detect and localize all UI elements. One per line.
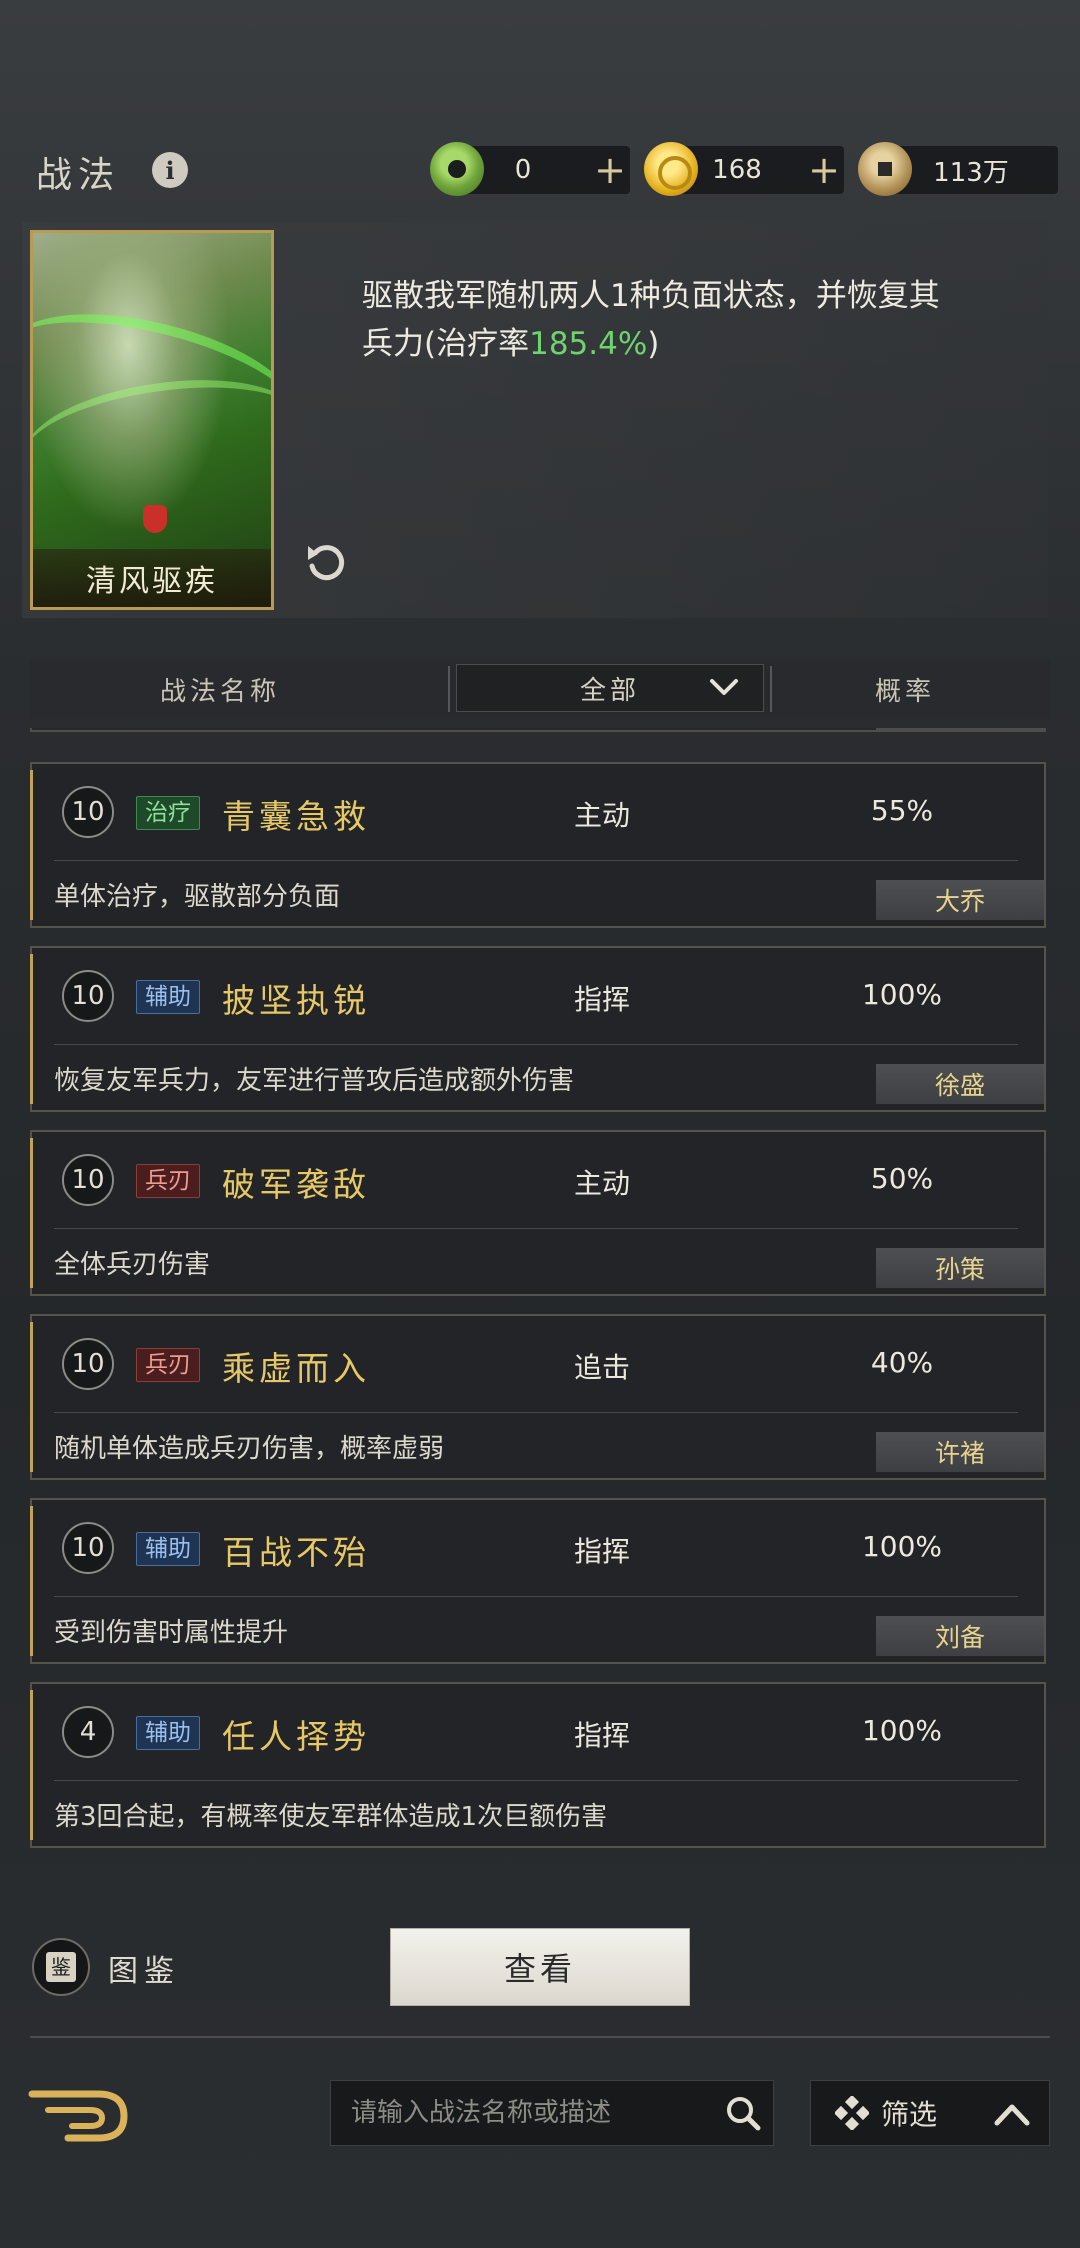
divider [448,666,450,712]
column-name-header: 战法名称 [159,676,280,707]
category-dropdown[interactable]: 全部 [456,664,764,712]
tactic-level: 10 [62,786,114,838]
tactic-name: 乘虚而入 [222,1349,370,1388]
hero-tag[interactable]: 徐盛 [876,1064,1044,1104]
filter-diamond-icon [835,2096,869,2130]
divider [30,2036,1050,2038]
tactic-row[interactable]: 4 辅助 任人择势 指挥 100% 第3回合起，有概率使友军群体造成1次巨额伤害 [30,1682,1046,1848]
tactic-row[interactable]: 10 兵刃 破军袭敌 主动 50% 全体兵刃伤害 孙策 [30,1130,1046,1296]
tactic-type: 追击 [573,1351,630,1384]
tactic-desc: 随机单体造成兵刃伤害，概率虚弱 [54,1434,445,1464]
currency-copper: 113万 [858,142,1058,196]
tactic-list[interactable]: 10 治疗 青囊急救 主动 55% 单体治疗，驱散部分负面 大乔 10 辅助 披… [30,728,1050,1850]
search-icon[interactable] [713,2083,773,2143]
tactic-desc: 单体治疗，驱散部分负面 [54,882,341,912]
tactic-name: 青囊急救 [222,797,370,836]
category-badge: 治疗 [136,796,200,830]
hero-tag[interactable]: 大乔 [876,880,1044,920]
tactic-type: 指挥 [573,1535,630,1568]
hero-tag[interactable]: 孙策 [876,1248,1044,1288]
tactic-card[interactable]: 清风驱疾 [30,230,274,610]
tactic-row[interactable]: 10 辅助 百战不殆 指挥 100% 受到伤害时属性提升 刘备 [30,1498,1046,1664]
tactic-rate: 55% [870,794,934,827]
tactic-row[interactable]: 10 辅助 披坚执锐 指挥 100% 恢复友军兵力，友军进行普攻后造成额外伤害 … [30,946,1046,1112]
refresh-icon[interactable] [302,538,350,586]
view-button[interactable]: 查看 [390,1928,690,2006]
gold-coin-icon [644,142,698,196]
tactic-type: 指挥 [573,1719,630,1752]
tactic-name: 任人择势 [222,1717,370,1756]
filter-button[interactable]: 筛选 [810,2080,1050,2146]
tactic-level: 10 [62,1154,114,1206]
search-input[interactable] [331,2081,713,2145]
currency-gold: 168 + [644,142,844,196]
tactic-type: 主动 [573,1167,630,1200]
tactic-rate: 100% [861,978,943,1011]
copper-coin-icon [858,142,912,196]
tactic-rate: 100% [861,1714,943,1747]
jade-coin-icon [430,142,484,196]
tactic-desc: 全体兵刃伤害 [54,1250,211,1280]
codex-label[interactable]: 图鉴 [108,1946,180,1990]
column-rate-header: 概率 [874,676,935,707]
tactic-desc: 第3回合起，有概率使友军群体造成1次巨额伤害 [54,1802,608,1832]
tactic-row[interactable]: 10 兵刃 乘虚而入 追击 40% 随机单体造成兵刃伤害，概率虚弱 许褚 [30,1314,1046,1480]
divider [770,666,772,712]
partial-list-item [30,728,1046,732]
codex-icon[interactable]: 鉴 [32,1938,90,1996]
tactic-name: 破军袭敌 [222,1165,370,1204]
heal-rate-value: 185.4% [529,326,648,362]
hero-tag[interactable]: 刘备 [876,1616,1044,1656]
category-badge: 辅助 [136,980,200,1014]
tactic-type: 指挥 [573,983,630,1016]
tactic-level: 4 [62,1706,114,1758]
tactic-desc: 受到伤害时属性提升 [54,1618,289,1648]
tactic-name: 披坚执锐 [222,981,370,1020]
info-icon[interactable]: i [152,152,188,188]
filter-label: 筛选 [881,2098,938,2131]
search-bar [330,2080,774,2146]
tactic-level: 10 [62,970,114,1022]
hero-tag[interactable]: 许褚 [876,1432,1044,1472]
tactic-description: 驱散我军随机两人1种负面状态，并恢复其兵力(治疗率185.4%) [362,278,940,362]
add-jade-button[interactable]: + [590,151,630,189]
add-gold-button[interactable]: + [804,151,844,189]
category-badge: 兵刃 [136,1348,200,1382]
back-icon[interactable] [28,2086,132,2146]
currency-jade: 0 + [430,142,630,196]
tactic-type: 主动 [573,799,630,832]
page-title: 战法 [36,155,121,196]
category-dropdown-value: 全部 [579,675,640,706]
tactic-level: 10 [62,1338,114,1390]
tactic-rate: 40% [870,1346,934,1379]
chevron-down-icon [710,679,738,695]
tactic-card-name: 清风驱疾 [33,549,271,607]
tactic-row[interactable]: 10 治疗 青囊急救 主动 55% 单体治疗，驱散部分负面 大乔 [30,762,1046,928]
seal-icon [143,505,167,533]
tactic-rate: 100% [861,1530,943,1563]
category-badge: 辅助 [136,1532,200,1566]
tactic-desc: 恢复友军兵力，友军进行普攻后造成额外伤害 [54,1066,575,1096]
category-badge: 兵刃 [136,1164,200,1198]
tactic-level: 10 [62,1522,114,1574]
tactic-rate: 50% [870,1162,934,1195]
tactic-name: 百战不殆 [222,1533,370,1572]
category-badge: 辅助 [136,1716,200,1750]
chevron-up-icon [994,2104,1030,2126]
